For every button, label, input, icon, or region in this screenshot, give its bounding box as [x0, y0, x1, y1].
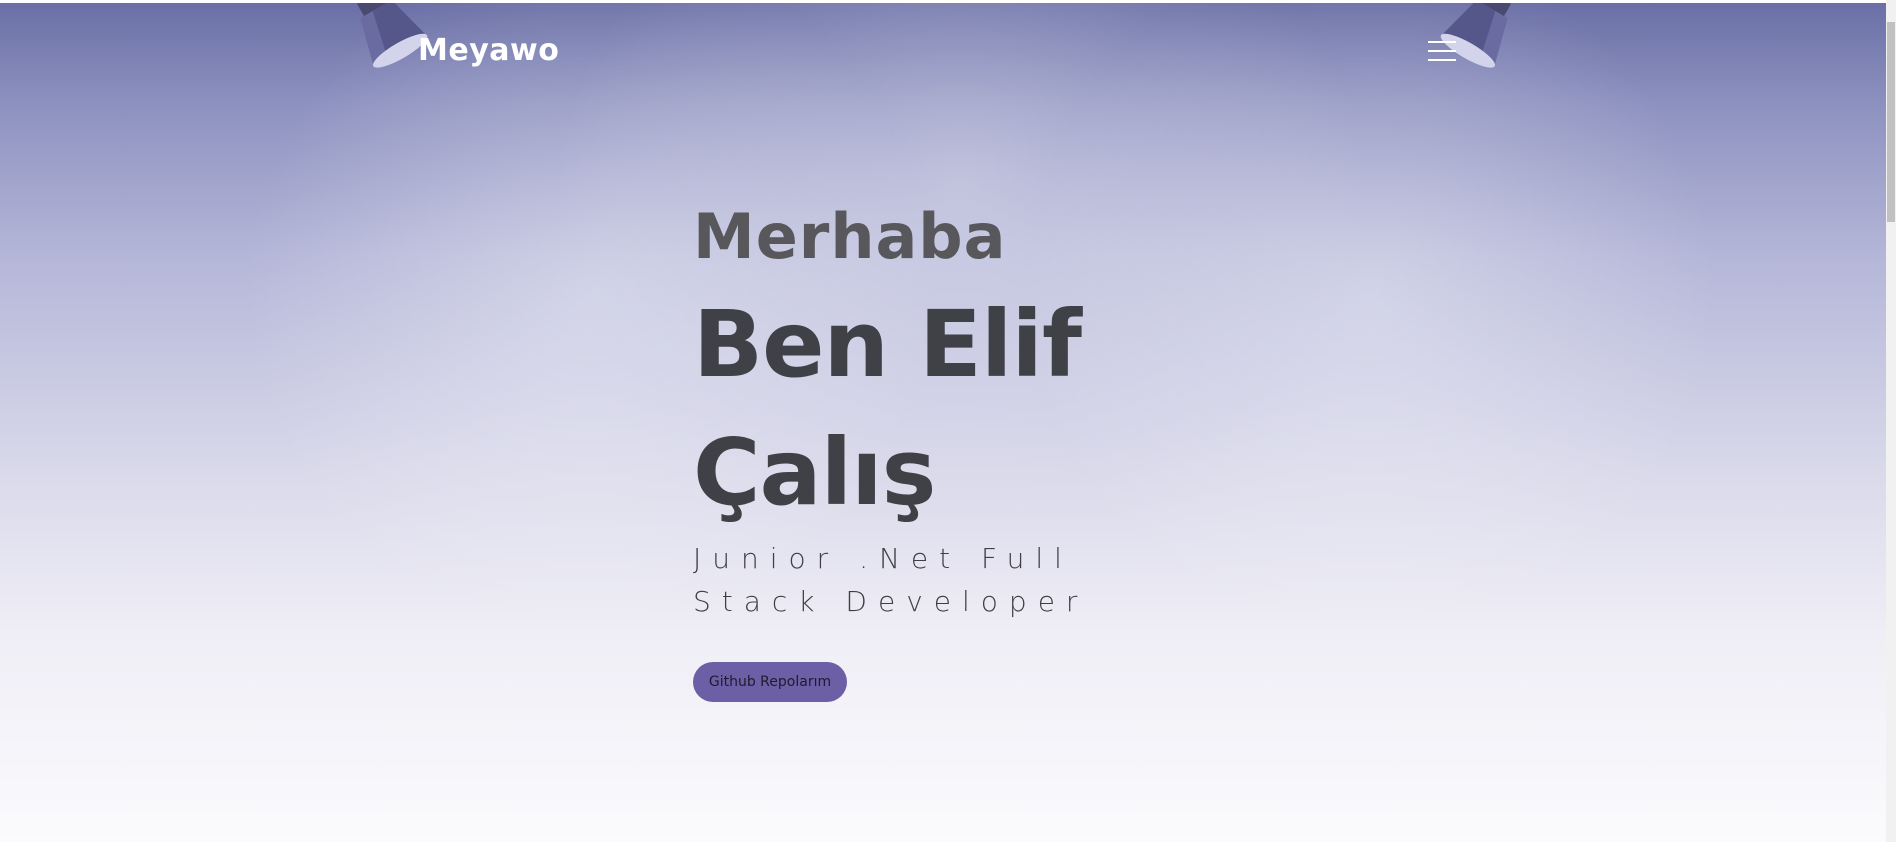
- hero-name-line2: Çalış: [693, 419, 936, 526]
- hero-greeting: Merhaba: [693, 200, 1007, 273]
- hero-role-line2: Stack Developer: [693, 585, 1089, 618]
- hero-text: Merhaba Ben Elif Çalış Junior .Net Full St…: [693, 201, 1213, 623]
- hero-role: Junior .Net Full Stack Developer: [693, 537, 1153, 623]
- page-scrollbar[interactable]: [1886, 0, 1896, 842]
- hamburger-bar: [1428, 59, 1456, 61]
- scrollbar-thumb[interactable]: [1887, 22, 1895, 222]
- hamburger-bar: [1428, 50, 1456, 52]
- hero-role-line1: Junior .Net Full: [693, 542, 1073, 575]
- hero-name: Ben Elif Çalış: [693, 281, 1213, 537]
- github-repos-button[interactable]: Github Repolarım: [693, 662, 847, 702]
- hero-section: Meyawo Merhaba Ben Elif Çalış Junior .Net…: [0, 3, 1886, 842]
- hamburger-bar: [1428, 41, 1456, 43]
- top-strip: [0, 0, 1886, 3]
- hero-name-line1: Ben Elif: [693, 291, 1082, 398]
- hamburger-menu-icon[interactable]: [1428, 41, 1458, 63]
- spotlight-left-icon: [357, 3, 428, 68]
- site-logo[interactable]: Meyawo: [418, 33, 559, 68]
- spotlight-right-icon: [1440, 3, 1511, 68]
